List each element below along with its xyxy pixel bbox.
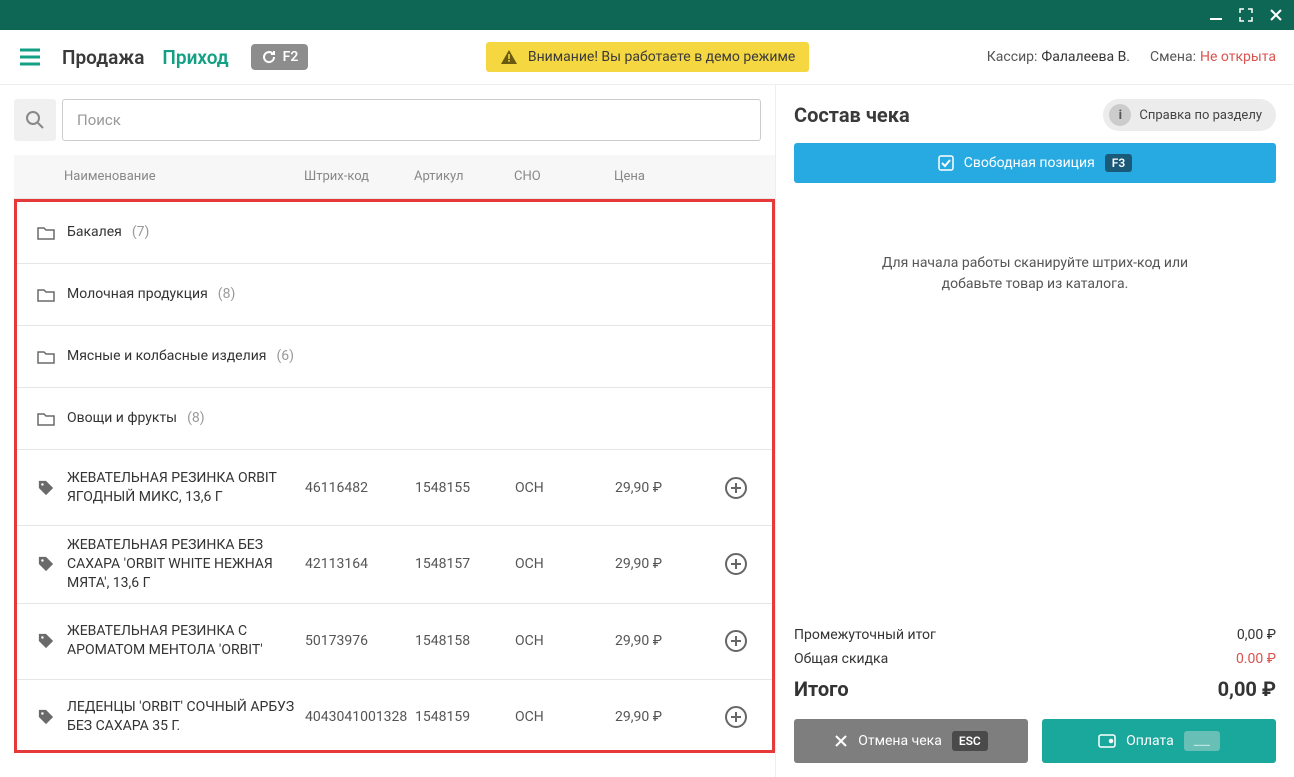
shift-label: Смена: xyxy=(1150,49,1196,65)
col-article: Артикул xyxy=(414,169,514,184)
folder-row[interactable]: Молочная продукция(8) xyxy=(17,264,772,326)
table-header: Наименование Штрих-код Артикул СНО Цена xyxy=(14,155,775,199)
product-name: ЖЕВАТЕЛЬНАЯ РЕЗИНКА БЕЗ САХАРА 'ORBIT WH… xyxy=(67,536,305,593)
add-to-receipt-button[interactable] xyxy=(724,629,748,653)
pay-key-label: ___ xyxy=(1184,731,1220,751)
search-icon xyxy=(25,110,45,130)
folder-row[interactable]: Бакалея(7) xyxy=(17,202,772,264)
shift-value: Не открыта xyxy=(1200,49,1276,65)
product-name: ЖЕВАТЕЛЬНАЯ РЕЗИНКА ORBIT ЯГОДНЫЙ МИКС, … xyxy=(67,469,305,507)
f3-key-label: F3 xyxy=(1105,154,1132,172)
product-price: 29,90 ₽ xyxy=(615,556,705,572)
add-to-receipt-button[interactable] xyxy=(724,552,748,576)
esc-key-label: ESC xyxy=(952,731,988,751)
product-name: ЛЕДЕНЦЫ 'ORBIT' СОЧНЫЙ АРБУЗ БЕЗ САХАРА … xyxy=(67,698,305,736)
product-article: 1548159 xyxy=(415,709,515,725)
folder-row[interactable]: Мясные и колбасные изделия(6) xyxy=(17,326,772,388)
folder-icon xyxy=(37,225,67,241)
product-barcode: 42113164 xyxy=(305,556,415,572)
receipt-empty-hint: Для начала работы сканируйте штрих-код и… xyxy=(794,183,1276,623)
warning-icon xyxy=(500,49,518,65)
tab-sale[interactable]: Продажа xyxy=(62,46,144,69)
folder-icon xyxy=(37,287,67,303)
product-sno: ОСН xyxy=(515,556,615,572)
refresh-button[interactable]: F2 xyxy=(251,44,309,70)
tag-icon xyxy=(37,556,67,572)
add-to-receipt-button[interactable] xyxy=(724,476,748,500)
product-price: 29,90 ₽ xyxy=(615,709,705,725)
product-barcode: 50173976 xyxy=(305,633,415,649)
product-barcode: 4043041001328 xyxy=(305,709,415,725)
catalog-list: Бакалея(7) Молочная продукция(8) Мясные … xyxy=(14,199,775,753)
close-icon[interactable] xyxy=(1268,7,1284,23)
receipt-title: Состав чека xyxy=(794,103,910,127)
close-icon xyxy=(834,734,848,748)
pay-button[interactable]: Оплата ___ xyxy=(1042,719,1276,763)
product-price: 29,90 ₽ xyxy=(615,480,705,496)
product-article: 1548158 xyxy=(415,633,515,649)
search-button[interactable] xyxy=(14,99,56,141)
col-price: Цена xyxy=(614,169,704,184)
tag-icon xyxy=(37,633,67,649)
total-label: Итого xyxy=(794,677,1218,701)
folder-icon xyxy=(37,349,67,365)
user-info: Кассир: Фалалеева В. Смена: Не открыта xyxy=(987,49,1276,65)
demo-warning: Внимание! Вы работаете в демо режиме xyxy=(486,42,809,72)
folder-row[interactable]: Овощи и фрукты(8) xyxy=(17,388,772,450)
window-titlebar xyxy=(0,0,1294,30)
cashier-label: Кассир: xyxy=(987,49,1038,65)
tag-icon xyxy=(37,480,67,496)
maximize-icon[interactable] xyxy=(1238,7,1254,23)
col-barcode: Штрих-код xyxy=(304,169,414,184)
product-sno: ОСН xyxy=(515,709,615,725)
search-input[interactable] xyxy=(62,99,761,141)
product-barcode: 46116482 xyxy=(305,480,415,496)
topbar: Продажа Приход F2 Внимание! Вы работаете… xyxy=(0,30,1294,85)
subtotal-value: 0,00 ₽ xyxy=(1237,627,1276,643)
product-row[interactable]: ЛЕДЕНЦЫ 'ORBIT' СОЧНЫЙ АРБУЗ БЕЗ САХАРА … xyxy=(17,680,772,753)
info-icon: i xyxy=(1109,104,1131,126)
discount-value: 0.00 ₽ xyxy=(1236,651,1276,667)
product-sno: ОСН xyxy=(515,480,615,496)
check-icon xyxy=(938,155,954,171)
tab-income[interactable]: Приход xyxy=(162,46,228,69)
product-article: 1548157 xyxy=(415,556,515,572)
product-price: 29,90 ₽ xyxy=(615,633,705,649)
f2-key-label: F2 xyxy=(283,49,299,65)
product-name: ЖЕВАТЕЛЬНАЯ РЕЗИНКА С АРОМАТОМ МЕНТОЛА '… xyxy=(67,622,305,660)
warning-text: Внимание! Вы работаете в демо режиме xyxy=(528,49,795,65)
tag-icon xyxy=(37,709,67,725)
wallet-icon xyxy=(1098,734,1116,748)
product-article: 1548155 xyxy=(415,480,515,496)
product-row[interactable]: ЖЕВАТЕЛЬНАЯ РЕЗИНКА С АРОМАТОМ МЕНТОЛА '… xyxy=(17,604,772,680)
col-name: Наименование xyxy=(64,169,304,184)
discount-label: Общая скидка xyxy=(794,651,1236,667)
menu-icon[interactable] xyxy=(18,46,42,68)
col-sno: СНО xyxy=(514,169,614,184)
free-position-button[interactable]: Свободная позиция F3 xyxy=(794,143,1276,183)
help-button[interactable]: i Справка по разделу xyxy=(1103,99,1276,131)
product-sno: ОСН xyxy=(515,633,615,649)
cancel-receipt-button[interactable]: Отмена чека ESC xyxy=(794,719,1028,763)
minimize-icon[interactable] xyxy=(1208,7,1224,23)
folder-icon xyxy=(37,411,67,427)
cashier-name: Фалалеева В. xyxy=(1041,49,1130,65)
subtotal-label: Промежуточный итог xyxy=(794,627,1237,643)
product-row[interactable]: ЖЕВАТЕЛЬНАЯ РЕЗИНКА ORBIT ЯГОДНЫЙ МИКС, … xyxy=(17,450,772,526)
add-to-receipt-button[interactable] xyxy=(724,705,748,729)
product-row[interactable]: ЖЕВАТЕЛЬНАЯ РЕЗИНКА БЕЗ САХАРА 'ORBIT WH… xyxy=(17,526,772,604)
total-value: 0,00 ₽ xyxy=(1218,677,1276,701)
